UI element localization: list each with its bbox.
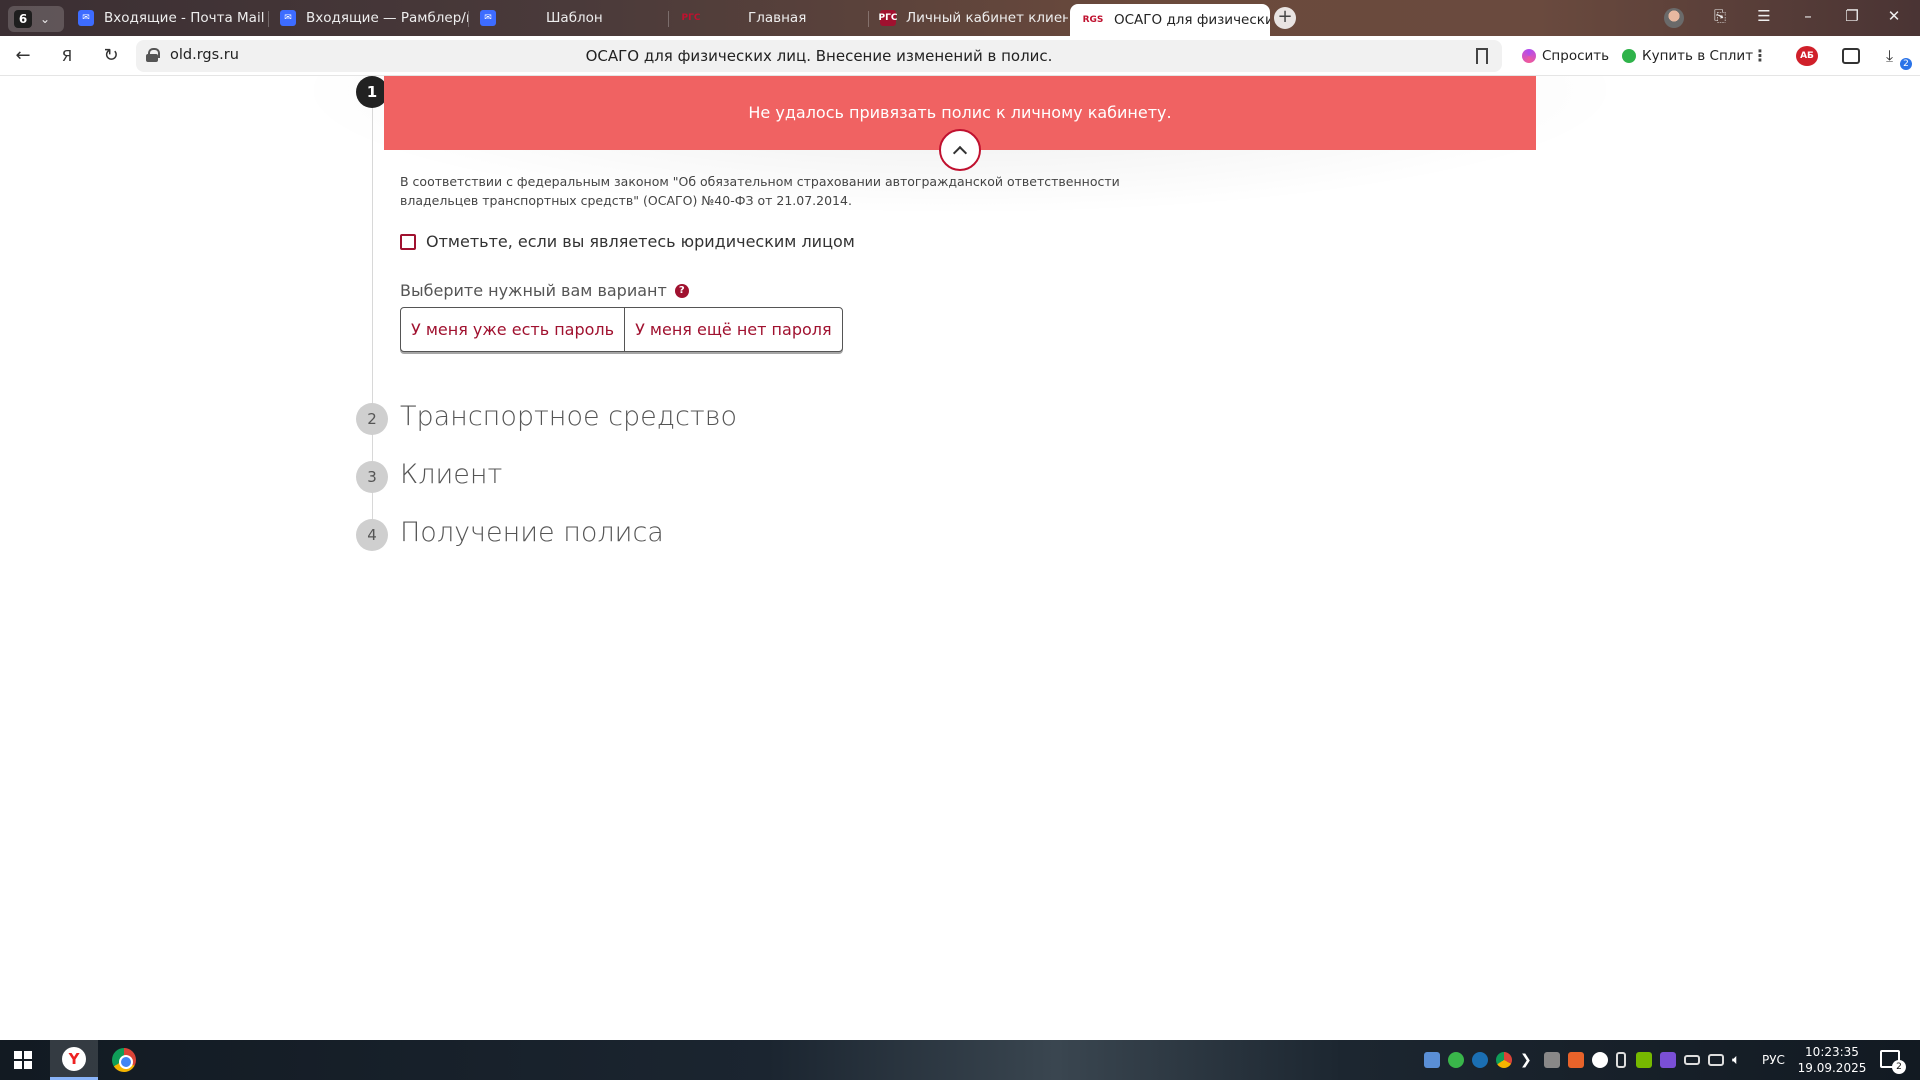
tray-yandex-icon[interactable] (1592, 1052, 1608, 1068)
tray-media-icon[interactable] (1568, 1052, 1584, 1068)
notifications-badge: 2 (1892, 1060, 1906, 1074)
legal-entity-label: Отметьте, если вы являетесь юридическим … (426, 232, 855, 251)
more-icon[interactable]: ⋮ (1752, 46, 1768, 65)
rgs-logo-icon: RGS (1082, 15, 1104, 25)
choose-option-text: Выберите нужный вам вариант (400, 281, 667, 300)
tab-label: Личный кабинет клиента (906, 10, 1068, 26)
tab-label: Входящие — Рамблер/по (306, 10, 468, 26)
step-2-title[interactable]: Транспортное средство (400, 401, 737, 432)
battery-icon[interactable] (1684, 1055, 1700, 1065)
tray-nvidia-icon[interactable] (1636, 1052, 1652, 1068)
step-4-number: 4 (356, 519, 388, 551)
minimize-icon[interactable]: – (1796, 7, 1820, 25)
legal-entity-row[interactable]: Отметьте, если вы являетесь юридическим … (400, 232, 855, 251)
no-password-button[interactable]: У меня ещё нет пароля (624, 308, 842, 351)
collections-icon[interactable]: ⎘ (1708, 7, 1732, 25)
taskbar-yandex-browser[interactable]: Y (50, 1040, 98, 1080)
back-button[interactable]: ← (10, 44, 36, 68)
tab-mail[interactable]: ✉ Входящие - Почта Mail (66, 4, 266, 32)
close-window-icon[interactable]: ✕ (1882, 7, 1906, 25)
clock[interactable]: 10:23:35 19.09.2025 (1794, 1044, 1870, 1076)
tab-rambler[interactable]: ✉ Входящие — Рамблер/по (268, 4, 468, 32)
browser-tab-bar: 6 ⌄ ✉ Входящие - Почта Mail ✉ Входящие —… (0, 0, 1920, 36)
clock-date: 19.09.2025 (1797, 1061, 1867, 1075)
adblock-extension-icon[interactable]: АБ (1796, 46, 1818, 66)
step-3-number: 3 (356, 461, 388, 493)
rgs-logo-icon: РГС (681, 13, 701, 23)
tab-label: Главная (748, 10, 807, 26)
tab-label: ОСАГО для физически (1114, 12, 1270, 28)
mail-icon: ✉ (480, 10, 496, 26)
have-password-button[interactable]: У меня уже есть пароль (401, 308, 624, 351)
tray-app-icon[interactable] (1424, 1052, 1440, 1068)
legal-entity-checkbox[interactable] (400, 233, 416, 250)
menu-icon[interactable]: ☰ (1752, 7, 1776, 25)
downloads-badge: 2 (1900, 58, 1912, 70)
yandex-browser-icon: Y (62, 1046, 86, 1071)
ai-icon (1522, 49, 1536, 63)
mail-icon: ✉ (280, 10, 296, 26)
new-tab-button[interactable]: + (1274, 7, 1296, 29)
error-message: Не удалось привязать полис к личному каб… (748, 103, 1172, 122)
password-option-group: У меня уже есть пароль У меня ещё нет па… (400, 307, 843, 352)
step-3-title[interactable]: Клиент (400, 459, 502, 490)
tray-steam-icon[interactable] (1472, 1052, 1488, 1068)
collapse-banner-button[interactable] (939, 129, 981, 171)
rgs-logo-icon: РГС (879, 10, 897, 26)
tab-label: Шаблон (546, 10, 603, 26)
profile-avatar[interactable] (1664, 8, 1684, 28)
tab-main[interactable]: РГС Главная (668, 4, 868, 32)
tab-osago-active[interactable]: RGS ОСАГО для физически × (1070, 4, 1270, 36)
volume-icon[interactable]: 🔈︎ (1732, 1052, 1740, 1068)
tab-personal-account[interactable]: РГС Личный кабинет клиента (868, 4, 1068, 32)
language-indicator[interactable]: РУС (1762, 1053, 1785, 1067)
tab-label: Входящие - Почта Mail (104, 10, 265, 26)
split-button[interactable]: Купить в Сплит (1612, 42, 1764, 70)
tray-usb-icon[interactable] (1616, 1052, 1626, 1068)
step-2-number: 2 (356, 403, 388, 435)
choose-option-label: Выберите нужный вам вариант ? (400, 281, 689, 300)
chevron-up-icon (952, 145, 968, 161)
tray-app2-icon[interactable] (1660, 1052, 1676, 1068)
clock-time: 10:23:35 (1805, 1045, 1859, 1059)
address-toolbar: ← Я ↻ old.rgs.ru ОСАГО для физических ли… (0, 36, 1920, 76)
tab-count: 6 (14, 10, 32, 28)
chrome-icon (112, 1048, 136, 1072)
tab-template[interactable]: ✉ Шаблон (468, 4, 668, 32)
taskbar-chrome[interactable] (100, 1040, 148, 1080)
address-page-title: ОСАГО для физических лиц. Внесение измен… (585, 47, 1053, 65)
ask-button[interactable]: Спросить (1512, 42, 1620, 70)
ask-label: Спросить (1542, 48, 1610, 64)
address-field[interactable]: old.rgs.ru ОСАГО для физических лиц. Вне… (136, 40, 1502, 72)
bookmark-icon[interactable] (1476, 48, 1488, 64)
yandex-icon[interactable]: Я (54, 44, 80, 68)
legal-notice: В соответствии с федеральным законом "Об… (400, 174, 1120, 208)
tray-chrome-icon[interactable] (1496, 1052, 1512, 1068)
tray-torrent-icon[interactable] (1448, 1052, 1464, 1068)
reload-button[interactable]: ↻ (98, 44, 124, 68)
restore-icon[interactable]: ❐ (1840, 7, 1864, 25)
tray-arrow-icon[interactable]: ❯ (1520, 1052, 1536, 1068)
help-icon[interactable]: ? (674, 283, 689, 298)
collections-panel-icon[interactable] (1842, 48, 1860, 64)
network-icon[interactable] (1708, 1054, 1724, 1066)
chevron-down-icon: ⌄ (40, 12, 51, 26)
windows-taskbar: Y ❯ 🔈︎ РУС 10:23:35 19.09.2025 2 (0, 1040, 1920, 1080)
tray-printer-icon[interactable] (1544, 1052, 1560, 1068)
split-icon (1622, 49, 1636, 63)
split-label: Купить в Сплит (1642, 48, 1754, 64)
step-4-title[interactable]: Получение полиса (400, 517, 664, 548)
windows-start-icon[interactable] (14, 1051, 32, 1069)
mail-icon: ✉ (78, 10, 94, 26)
tab-counter-button[interactable]: 6 ⌄ (8, 6, 64, 32)
